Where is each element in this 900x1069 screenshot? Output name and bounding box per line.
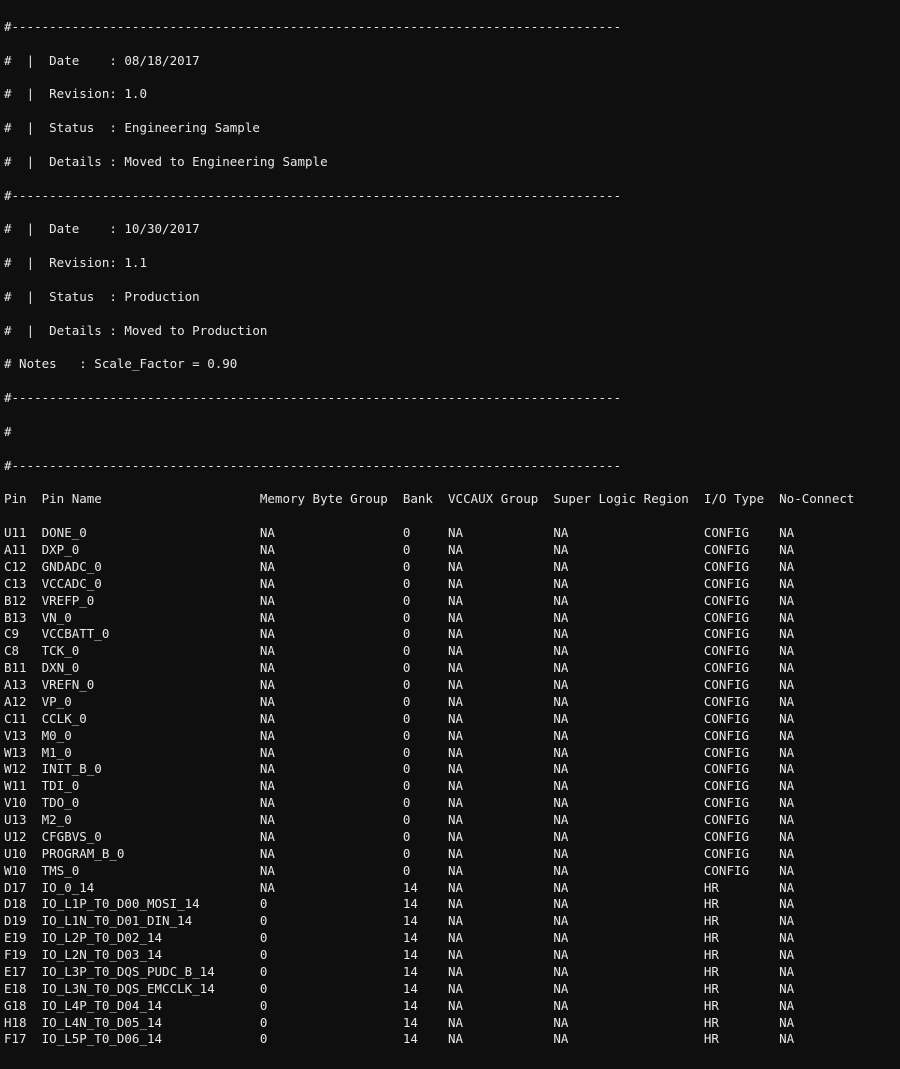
pin-row: E19 IO_L2P_T0_D02_14 0 14 NA NA HR NA (4, 930, 896, 947)
dash-line: #---------------------------------------… (4, 188, 896, 205)
pin-row: G18 IO_L4P_T0_D04_14 0 14 NA NA HR NA (4, 998, 896, 1015)
rev0-revision: # | Revision: 1.0 (4, 86, 896, 103)
terminal-output: #---------------------------------------… (0, 0, 900, 1069)
pin-row: B11 DXN_0 NA 0 NA NA CONFIG NA (4, 660, 896, 677)
rev0-details: # | Details : Moved to Engineering Sampl… (4, 154, 896, 171)
pin-row: U11 DONE_0 NA 0 NA NA CONFIG NA (4, 525, 896, 542)
pin-row: E18 IO_L3N_T0_DQS_EMCCLK_14 0 14 NA NA H… (4, 981, 896, 998)
rev1-revision: # | Revision: 1.1 (4, 255, 896, 272)
column-header-row: Pin Pin Name Memory Byte Group Bank VCCA… (4, 491, 896, 508)
pin-row: H18 IO_L4N_T0_D05_14 0 14 NA NA HR NA (4, 1015, 896, 1032)
pin-row: V10 TDO_0 NA 0 NA NA CONFIG NA (4, 795, 896, 812)
pin-row: D18 IO_L1P_T0_D00_MOSI_14 0 14 NA NA HR … (4, 896, 896, 913)
pin-row: C9 VCCBATT_0 NA 0 NA NA CONFIG NA (4, 626, 896, 643)
dash-line: #---------------------------------------… (4, 390, 896, 407)
pin-row: A12 VP_0 NA 0 NA NA CONFIG NA (4, 694, 896, 711)
pin-row: C12 GNDADC_0 NA 0 NA NA CONFIG NA (4, 559, 896, 576)
rev1-status: # | Status : Production (4, 289, 896, 306)
rev1-details: # | Details : Moved to Production (4, 323, 896, 340)
pin-row: D17 IO_0_14 NA 14 NA NA HR NA (4, 880, 896, 897)
pin-row: U10 PROGRAM_B_0 NA 0 NA NA CONFIG NA (4, 846, 896, 863)
pin-row: C8 TCK_0 NA 0 NA NA CONFIG NA (4, 643, 896, 660)
blank-comment: # (4, 424, 896, 441)
pin-row: W11 TDI_0 NA 0 NA NA CONFIG NA (4, 778, 896, 795)
dash-line: #---------------------------------------… (4, 19, 896, 36)
pin-row: E17 IO_L3P_T0_DQS_PUDC_B_14 0 14 NA NA H… (4, 964, 896, 981)
pin-row: A11 DXP_0 NA 0 NA NA CONFIG NA (4, 542, 896, 559)
pin-row: D19 IO_L1N_T0_D01_DIN_14 0 14 NA NA HR N… (4, 913, 896, 930)
pin-row: B13 VN_0 NA 0 NA NA CONFIG NA (4, 610, 896, 627)
rev0-status: # | Status : Engineering Sample (4, 120, 896, 137)
rev0-date: # | Date : 08/18/2017 (4, 53, 896, 70)
pin-row: W13 M1_0 NA 0 NA NA CONFIG NA (4, 745, 896, 762)
pin-row: C11 CCLK_0 NA 0 NA NA CONFIG NA (4, 711, 896, 728)
pin-row: F17 IO_L5P_T0_D06_14 0 14 NA NA HR NA (4, 1031, 896, 1048)
pin-row: U13 M2_0 NA 0 NA NA CONFIG NA (4, 812, 896, 829)
pin-row: C13 VCCADC_0 NA 0 NA NA CONFIG NA (4, 576, 896, 593)
pin-row: W12 INIT_B_0 NA 0 NA NA CONFIG NA (4, 761, 896, 778)
pin-row: U12 CFGBVS_0 NA 0 NA NA CONFIG NA (4, 829, 896, 846)
pin-row: A13 VREFN_0 NA 0 NA NA CONFIG NA (4, 677, 896, 694)
rev1-date: # | Date : 10/30/2017 (4, 221, 896, 238)
pin-row: F19 IO_L2N_T0_D03_14 0 14 NA NA HR NA (4, 947, 896, 964)
notes-line: # Notes : Scale_Factor = 0.90 (4, 356, 896, 373)
dash-line: #---------------------------------------… (4, 458, 896, 475)
pin-row: W10 TMS_0 NA 0 NA NA CONFIG NA (4, 863, 896, 880)
pin-row: B12 VREFP_0 NA 0 NA NA CONFIG NA (4, 593, 896, 610)
